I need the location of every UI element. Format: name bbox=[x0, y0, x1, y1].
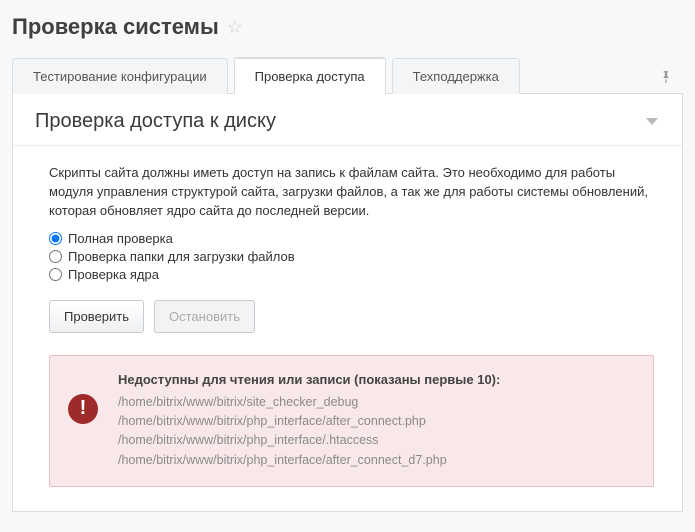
alert-icon: ! bbox=[68, 394, 98, 424]
radio-option-upload[interactable]: Проверка папки для загрузки файлов bbox=[49, 249, 654, 264]
radio-label: Полная проверка bbox=[68, 231, 173, 246]
collapse-icon[interactable] bbox=[646, 118, 658, 125]
button-row: Проверить Остановить bbox=[49, 300, 654, 333]
alert-path: /home/bitrix/www/bitrix/php_interface/.h… bbox=[118, 431, 635, 450]
main-panel: Проверка доступа к диску Скрипты сайта д… bbox=[12, 93, 683, 512]
radio-option-core[interactable]: Проверка ядра bbox=[49, 267, 654, 282]
error-alert: ! Недоступны для чтения или записи (пока… bbox=[49, 355, 654, 488]
alert-path: /home/bitrix/www/bitrix/php_interface/af… bbox=[118, 412, 635, 431]
page-title: Проверка системы bbox=[12, 14, 219, 40]
panel-body: Скрипты сайта должны иметь доступ на зап… bbox=[13, 146, 682, 511]
panel-title: Проверка доступа к диску bbox=[35, 110, 276, 133]
radio-label: Проверка папки для загрузки файлов bbox=[68, 249, 295, 264]
panel-description: Скрипты сайта должны иметь доступ на зап… bbox=[49, 164, 654, 221]
pin-icon[interactable] bbox=[653, 64, 683, 93]
favorite-star-icon[interactable]: ☆ bbox=[227, 17, 243, 38]
radio-option-full[interactable]: Полная проверка bbox=[49, 231, 654, 246]
stop-button[interactable]: Остановить bbox=[154, 300, 255, 333]
tab-label: Проверка доступа bbox=[255, 69, 365, 84]
tab-access-check[interactable]: Проверка доступа bbox=[234, 57, 386, 94]
alert-path: /home/bitrix/www/bitrix/site_checker_deb… bbox=[118, 393, 635, 412]
tab-config-test[interactable]: Тестирование конфигурации bbox=[12, 58, 228, 94]
panel-header: Проверка доступа к диску bbox=[13, 94, 682, 146]
alert-title: Недоступны для чтения или записи (показа… bbox=[118, 372, 635, 387]
radio-input-full[interactable] bbox=[49, 232, 62, 245]
alert-path: /home/bitrix/www/bitrix/php_interface/af… bbox=[118, 451, 635, 470]
radio-input-upload[interactable] bbox=[49, 250, 62, 263]
page-header: Проверка системы ☆ bbox=[12, 10, 683, 50]
check-mode-radio-group: Полная проверка Проверка папки для загру… bbox=[49, 231, 654, 282]
check-button[interactable]: Проверить bbox=[49, 300, 144, 333]
alert-content: Недоступны для чтения или записи (показа… bbox=[118, 372, 635, 471]
radio-label: Проверка ядра bbox=[68, 267, 159, 282]
tab-label: Тестирование конфигурации bbox=[33, 69, 207, 84]
tabs-row: Тестирование конфигурации Проверка досту… bbox=[12, 56, 683, 93]
tab-label: Техподдержка bbox=[413, 69, 499, 84]
tab-support[interactable]: Техподдержка bbox=[392, 58, 520, 94]
radio-input-core[interactable] bbox=[49, 268, 62, 281]
